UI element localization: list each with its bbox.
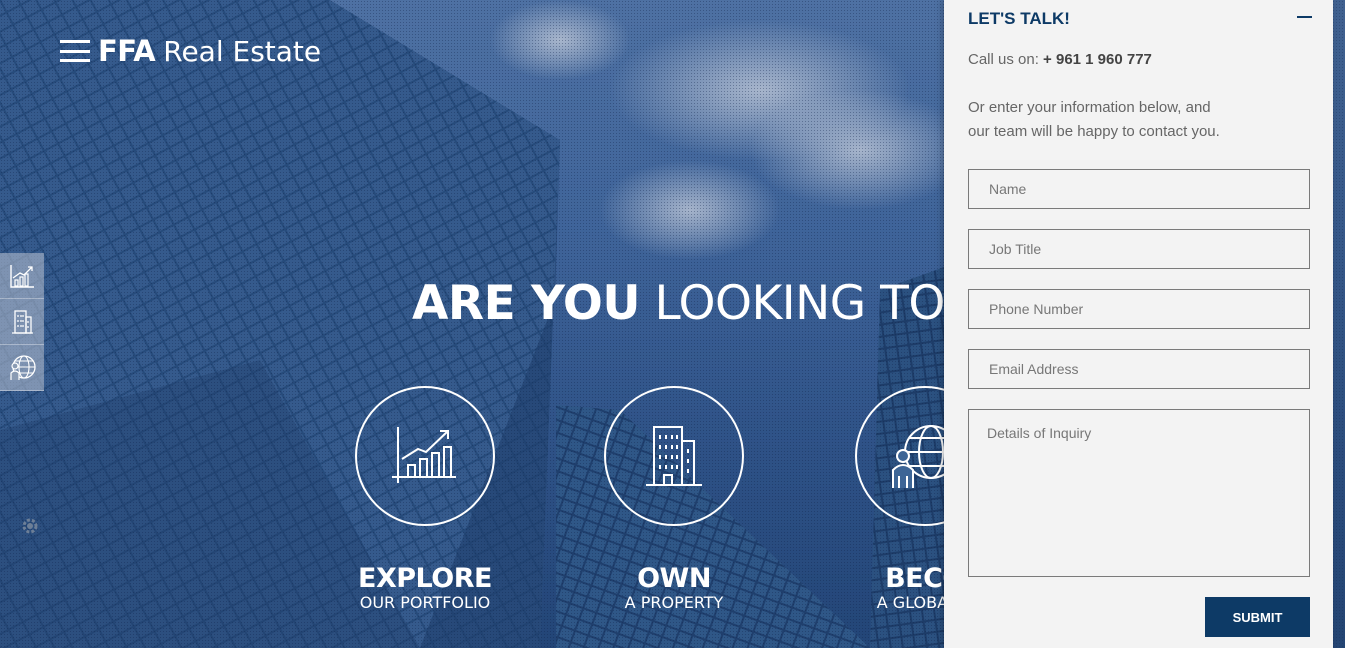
growth-chart-icon <box>392 427 456 483</box>
brand-suffix: Real Estate <box>163 34 322 68</box>
feature-subtitle: A PROPERTY <box>624 593 724 612</box>
side-tab-own[interactable] <box>0 299 44 345</box>
minus-icon <box>1297 16 1312 18</box>
feature-circle <box>604 386 744 526</box>
scrollbar[interactable] <box>1333 0 1345 648</box>
menu-icon[interactable] <box>60 40 90 62</box>
feature-explore[interactable]: EXPLORE OUR PORTFOLIO <box>325 386 525 612</box>
hero-headline: ARE YOU LOOKING TO <box>412 276 945 331</box>
phone-number-field[interactable] <box>968 289 1310 329</box>
contact-panel: LET'S TALK! Call us on: + 961 1 960 777 … <box>944 0 1333 648</box>
feature-own[interactable]: OWN A PROPERTY <box>574 386 774 612</box>
feature-title: EXPLORE <box>358 563 492 594</box>
intro-line: Or enter your information below, and <box>968 99 1211 116</box>
collapse-panel-button[interactable] <box>1297 14 1315 20</box>
name-field[interactable] <box>968 169 1310 209</box>
building-icon <box>12 309 33 334</box>
growth-chart-icon <box>10 264 34 288</box>
intro-line: our team will be happy to contact you. <box>968 123 1220 140</box>
submit-button[interactable]: SUBMIT <box>1205 597 1310 637</box>
settings-gear-icon[interactable] <box>20 516 40 536</box>
feature-subtitle: OUR PORTFOLIO <box>359 593 491 612</box>
site-logo[interactable]: FFA Real Estate <box>60 34 321 68</box>
brand-name: FFA <box>98 34 156 68</box>
side-tab-bar <box>0 253 44 391</box>
building-icon <box>646 426 702 486</box>
headline-bold: ARE YOU <box>412 276 641 331</box>
call-label: Call us on: <box>968 51 1039 68</box>
job-title-field[interactable] <box>968 229 1310 269</box>
call-us-text: Call us on: + 961 1 960 777 <box>968 51 1152 68</box>
globe-person-icon <box>10 354 36 380</box>
feature-circle <box>355 386 495 526</box>
feature-title: OWN <box>637 563 711 594</box>
panel-title: LET'S TALK! <box>968 9 1070 28</box>
intro-text: Or enter your information below, and our… <box>968 96 1278 144</box>
headline-light: LOOKING TO <box>654 276 945 331</box>
side-tab-explore[interactable] <box>0 253 44 299</box>
email-field[interactable] <box>968 349 1310 389</box>
inquiry-details-field[interactable] <box>968 409 1310 577</box>
phone-link[interactable]: + 961 1 960 777 <box>1043 51 1152 68</box>
side-tab-global[interactable] <box>0 345 44 391</box>
